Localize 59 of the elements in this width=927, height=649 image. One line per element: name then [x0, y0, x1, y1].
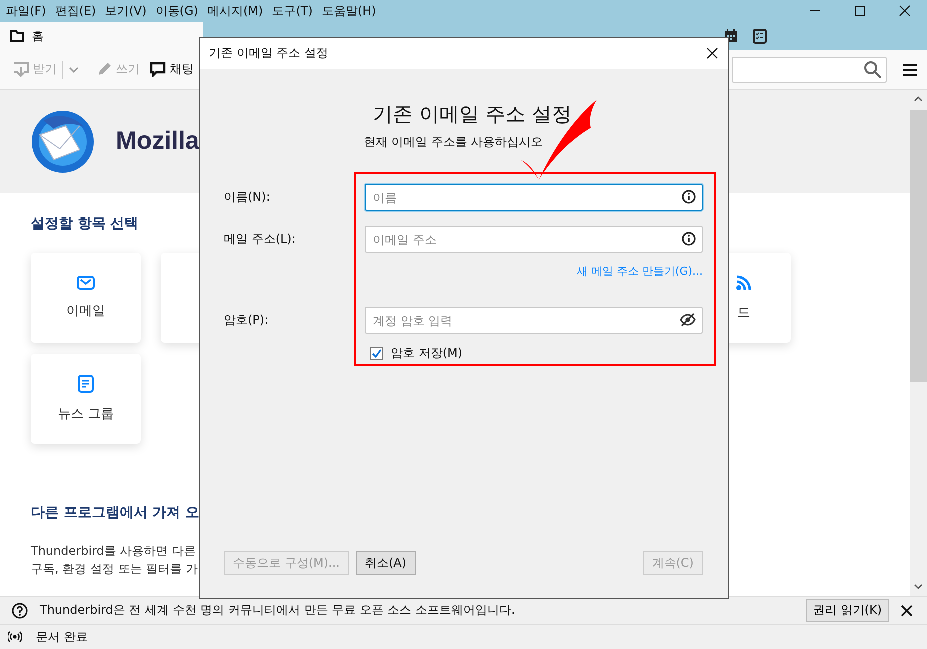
info-icon: [682, 190, 696, 204]
info-icon: [682, 232, 696, 246]
field-label: 메일 주소(L):: [224, 231, 297, 248]
dialog-heading: 기존 이메일 주소 설정: [372, 101, 574, 128]
menu-item[interactable]: 이동(G): [156, 2, 198, 20]
bird-logo-drawing: [30, 108, 96, 174]
dialog-title: 기존 이메일 주소 설정: [209, 45, 328, 62]
field-label: 암호(P):: [224, 312, 270, 329]
scroll-down-icon: [914, 584, 923, 590]
scrollbar[interactable]: [910, 90, 927, 596]
brand-name: Mozilla: [116, 127, 200, 156]
document-icon: [78, 375, 94, 393]
notification-text: Thunderbird은 전 세계 수천 명의 커뮤니티에서 만든 무료 오픈 소스 소프트웨어입니다.: [40, 602, 516, 619]
rights-button[interactable]: 권리 읽기(K): [806, 599, 889, 622]
eye-slash-icon: [680, 313, 696, 327]
pencil-icon: [97, 62, 112, 77]
description-text: 구독, 환경 설정 또는 필터를 가: [31, 561, 198, 578]
input-field[interactable]: 이름: [365, 184, 703, 211]
close-icon[interactable]: [707, 48, 718, 59]
envelope-icon: [77, 276, 95, 290]
scroll-up-icon: [914, 96, 923, 102]
chat-bubble-icon: [150, 62, 166, 77]
feed-icon: [735, 274, 753, 292]
menu-item[interactable]: 메시지(M): [207, 2, 264, 20]
search-icon: [864, 60, 882, 78]
input-field[interactable]: 계정 암호 입력: [365, 307, 703, 334]
menu-item[interactable]: 파일(F): [6, 2, 46, 20]
description-text: Thunderbird를 사용하면 다른: [31, 543, 196, 560]
question-icon: [12, 602, 28, 618]
close-icon[interactable]: [899, 5, 911, 17]
download-icon: [13, 62, 29, 77]
menu-item[interactable]: 도구(T): [272, 2, 313, 20]
checkbox[interactable]: [370, 347, 383, 360]
folder-icon: [10, 30, 24, 42]
option-card[interactable]: 뉴스 그룹: [31, 354, 141, 444]
input-field[interactable]: 이메일 주소: [365, 226, 703, 253]
menu-icon[interactable]: [903, 64, 917, 76]
tab-label: 홈: [32, 28, 44, 44]
task-list-icon[interactable]: [753, 28, 767, 44]
menu-item[interactable]: 도움말(H): [322, 2, 376, 20]
status-text: 문서 완료: [36, 628, 88, 646]
search-field[interactable]: [732, 56, 887, 82]
menu-item[interactable]: 편집(E): [55, 2, 96, 20]
signal-icon: [8, 630, 22, 644]
field-label: 이름(N):: [224, 189, 272, 206]
checkmark-icon: [372, 349, 382, 358]
tab[interactable]: 홈: [0, 22, 203, 50]
scroll-thumb[interactable]: [910, 110, 927, 382]
menu-item[interactable]: 보기(V): [105, 2, 147, 20]
dialog-button[interactable]: 취소(A): [356, 551, 416, 575]
toolbar-button[interactable]: 채팅: [145, 59, 199, 80]
caret-icon: [69, 66, 79, 72]
close-icon[interactable]: [901, 604, 913, 616]
option-card[interactable]: 이메일: [31, 253, 141, 343]
maximize-icon[interactable]: [854, 5, 866, 17]
checkbox-label[interactable]: 암호 저장(M): [391, 345, 463, 362]
section-heading: 다른 프로그램에서 가져 오: [31, 504, 201, 522]
dialog-subheading: 현재 이메일 주소를 사용하십시오: [362, 134, 544, 151]
section-heading: 설정할 항목 선택: [31, 215, 140, 233]
